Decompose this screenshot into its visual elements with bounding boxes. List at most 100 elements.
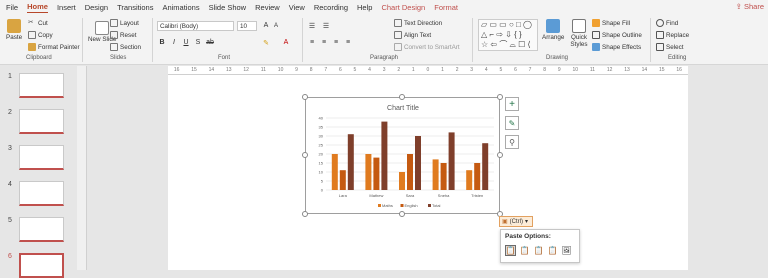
ruler-tick-label: 12: [243, 67, 249, 73]
align-text-icon: [394, 31, 402, 39]
font-name-dropdown[interactable]: Calibri (Body): [157, 21, 234, 31]
tab-animations[interactable]: Animations: [162, 3, 199, 13]
tab-help[interactable]: Help: [357, 3, 372, 13]
underline-button[interactable]: U: [182, 39, 190, 46]
text-direction-button[interactable]: Text Direction: [394, 19, 442, 27]
font-group-label: Font: [218, 55, 231, 61]
tab-recording[interactable]: Recording: [314, 3, 348, 13]
chart-filters-button[interactable]: ⚲: [505, 135, 519, 149]
align-right-icon[interactable]: ≡: [332, 39, 340, 46]
chart-frame[interactable]: Chart Title 0 5 10 15 20 25 30 35 40 Lara Mathew Sar…: [305, 97, 500, 214]
bar-english: [440, 163, 447, 190]
menu-bar: File Home Insert Design Transitions Anim…: [0, 0, 768, 15]
shape-outline-button[interactable]: Shape Outline: [592, 31, 642, 39]
smartart-button[interactable]: Convert to SmartArt: [394, 43, 460, 51]
layout-button[interactable]: Layout: [110, 19, 139, 27]
ruler-tick-label: 4: [368, 67, 371, 73]
ruler-tick-label: 6: [338, 67, 342, 73]
align-text-button[interactable]: Align Text: [394, 31, 431, 39]
highlight-icon[interactable]: ✎: [262, 39, 270, 47]
section-button[interactable]: Section: [110, 43, 141, 51]
slide-thumbnail[interactable]: [19, 145, 64, 170]
numbering-icon[interactable]: ☰: [322, 22, 330, 30]
arrange-button[interactable]: Arrange: [542, 19, 564, 41]
resize-handle[interactable]: [302, 211, 308, 217]
x-tick-label: Tristen: [471, 193, 483, 198]
paste-ctrl-tag[interactable]: ▣ (Ctrl) ▾: [499, 216, 533, 227]
cut-button[interactable]: ✂ Cut: [28, 19, 48, 27]
smartart-icon: [394, 43, 402, 51]
bold-button[interactable]: B: [158, 39, 166, 46]
resize-handle[interactable]: [302, 94, 308, 100]
shadow-button[interactable]: S: [194, 39, 202, 46]
align-left-icon[interactable]: ≡: [308, 39, 316, 46]
tab-review[interactable]: Review: [255, 3, 280, 13]
paste-picture-icon[interactable]: 🖼: [561, 245, 572, 256]
bar-total: [381, 121, 388, 190]
ruler-tick-label: 6: [514, 67, 517, 73]
chart-elements-button[interactable]: +: [505, 97, 519, 111]
ruler-tick-label: 1: [441, 67, 444, 73]
ruler-tick-label: 3: [382, 67, 386, 73]
ruler-tick-label: 7: [324, 67, 328, 73]
slide-thumbnail[interactable]: [19, 109, 64, 134]
ruler-tick-label: 11: [589, 67, 596, 73]
slide-thumbnail[interactable]: [19, 181, 64, 206]
paste-link-data-icon[interactable]: 📋: [547, 245, 558, 256]
font-size-dropdown[interactable]: 10: [237, 21, 257, 31]
slide-thumbnail-selected[interactable]: [19, 253, 64, 278]
clipboard-group-label: Clipboard: [26, 55, 52, 61]
resize-handle[interactable]: [497, 152, 503, 158]
tab-chart-design[interactable]: Chart Design: [381, 3, 425, 13]
paste-button[interactable]: Paste: [6, 19, 22, 41]
format-painter-button[interactable]: Format Painter: [28, 43, 80, 51]
align-center-icon[interactable]: ≡: [320, 39, 328, 46]
resize-handle[interactable]: [399, 94, 405, 100]
slide-thumbnail[interactable]: [19, 217, 64, 242]
reset-button[interactable]: Reset: [110, 31, 136, 39]
shape-fill-button[interactable]: Shape Fill: [592, 19, 630, 27]
grow-font-button[interactable]: A: [262, 22, 270, 29]
bullets-icon[interactable]: ☰: [308, 22, 316, 30]
paste-use-destination-theme-icon[interactable]: 📋: [505, 245, 516, 256]
tab-slide-show[interactable]: Slide Show: [209, 3, 247, 13]
shape-effects-button[interactable]: Shape Effects: [592, 43, 641, 51]
resize-handle[interactable]: [399, 211, 405, 217]
tab-home[interactable]: Home: [27, 2, 48, 13]
bar-maths: [432, 159, 439, 190]
fill-bucket-icon: [592, 19, 600, 27]
find-label: Find: [666, 19, 679, 27]
chart-styles-button[interactable]: ✎: [505, 116, 519, 130]
tab-file[interactable]: File: [6, 3, 18, 13]
strikethrough-button[interactable]: ab: [206, 39, 214, 46]
tab-view[interactable]: View: [289, 3, 305, 13]
scissors-icon: ✂: [28, 19, 34, 26]
tab-design[interactable]: Design: [85, 3, 108, 13]
cut-label: Cut: [38, 19, 48, 27]
justify-icon[interactable]: ≡: [344, 39, 352, 46]
tab-insert[interactable]: Insert: [57, 3, 76, 13]
replace-button[interactable]: Replace: [656, 31, 689, 39]
italic-button[interactable]: I: [170, 39, 178, 46]
slide-thumbnail[interactable]: [19, 73, 64, 98]
paste-embed-workbook-icon[interactable]: 📋: [533, 245, 544, 256]
tab-format[interactable]: Format: [434, 3, 458, 13]
resize-handle[interactable]: [497, 94, 503, 100]
slide-number: 2: [8, 109, 12, 116]
slides-group-label: Slides: [110, 55, 127, 61]
share-label: Share: [743, 2, 764, 11]
font-color-button[interactable]: A: [282, 39, 290, 46]
shapes-gallery[interactable]: ▱ ▭ ▭ ○ □ ◯ △ ⌐ ⇨ ⇩ { } ☆ ⇦ ⌒ ⌓ ☐ ⟨: [478, 19, 538, 51]
align-text-label: Align Text: [404, 31, 432, 39]
arrange-icon: [546, 19, 561, 33]
paste-keep-source-format-icon[interactable]: 📋: [519, 245, 530, 256]
copy-button[interactable]: Copy: [28, 31, 53, 39]
tab-transitions[interactable]: Transitions: [117, 3, 153, 13]
quick-styles-button[interactable]: Quick Styles: [568, 19, 590, 48]
share-button[interactable]: ⇪ Share: [736, 2, 764, 11]
select-button[interactable]: Select: [656, 43, 684, 51]
legend-swatch: [428, 204, 431, 207]
shrink-font-button[interactable]: A: [272, 23, 280, 29]
find-button[interactable]: Find: [656, 19, 678, 27]
resize-handle[interactable]: [302, 152, 308, 158]
